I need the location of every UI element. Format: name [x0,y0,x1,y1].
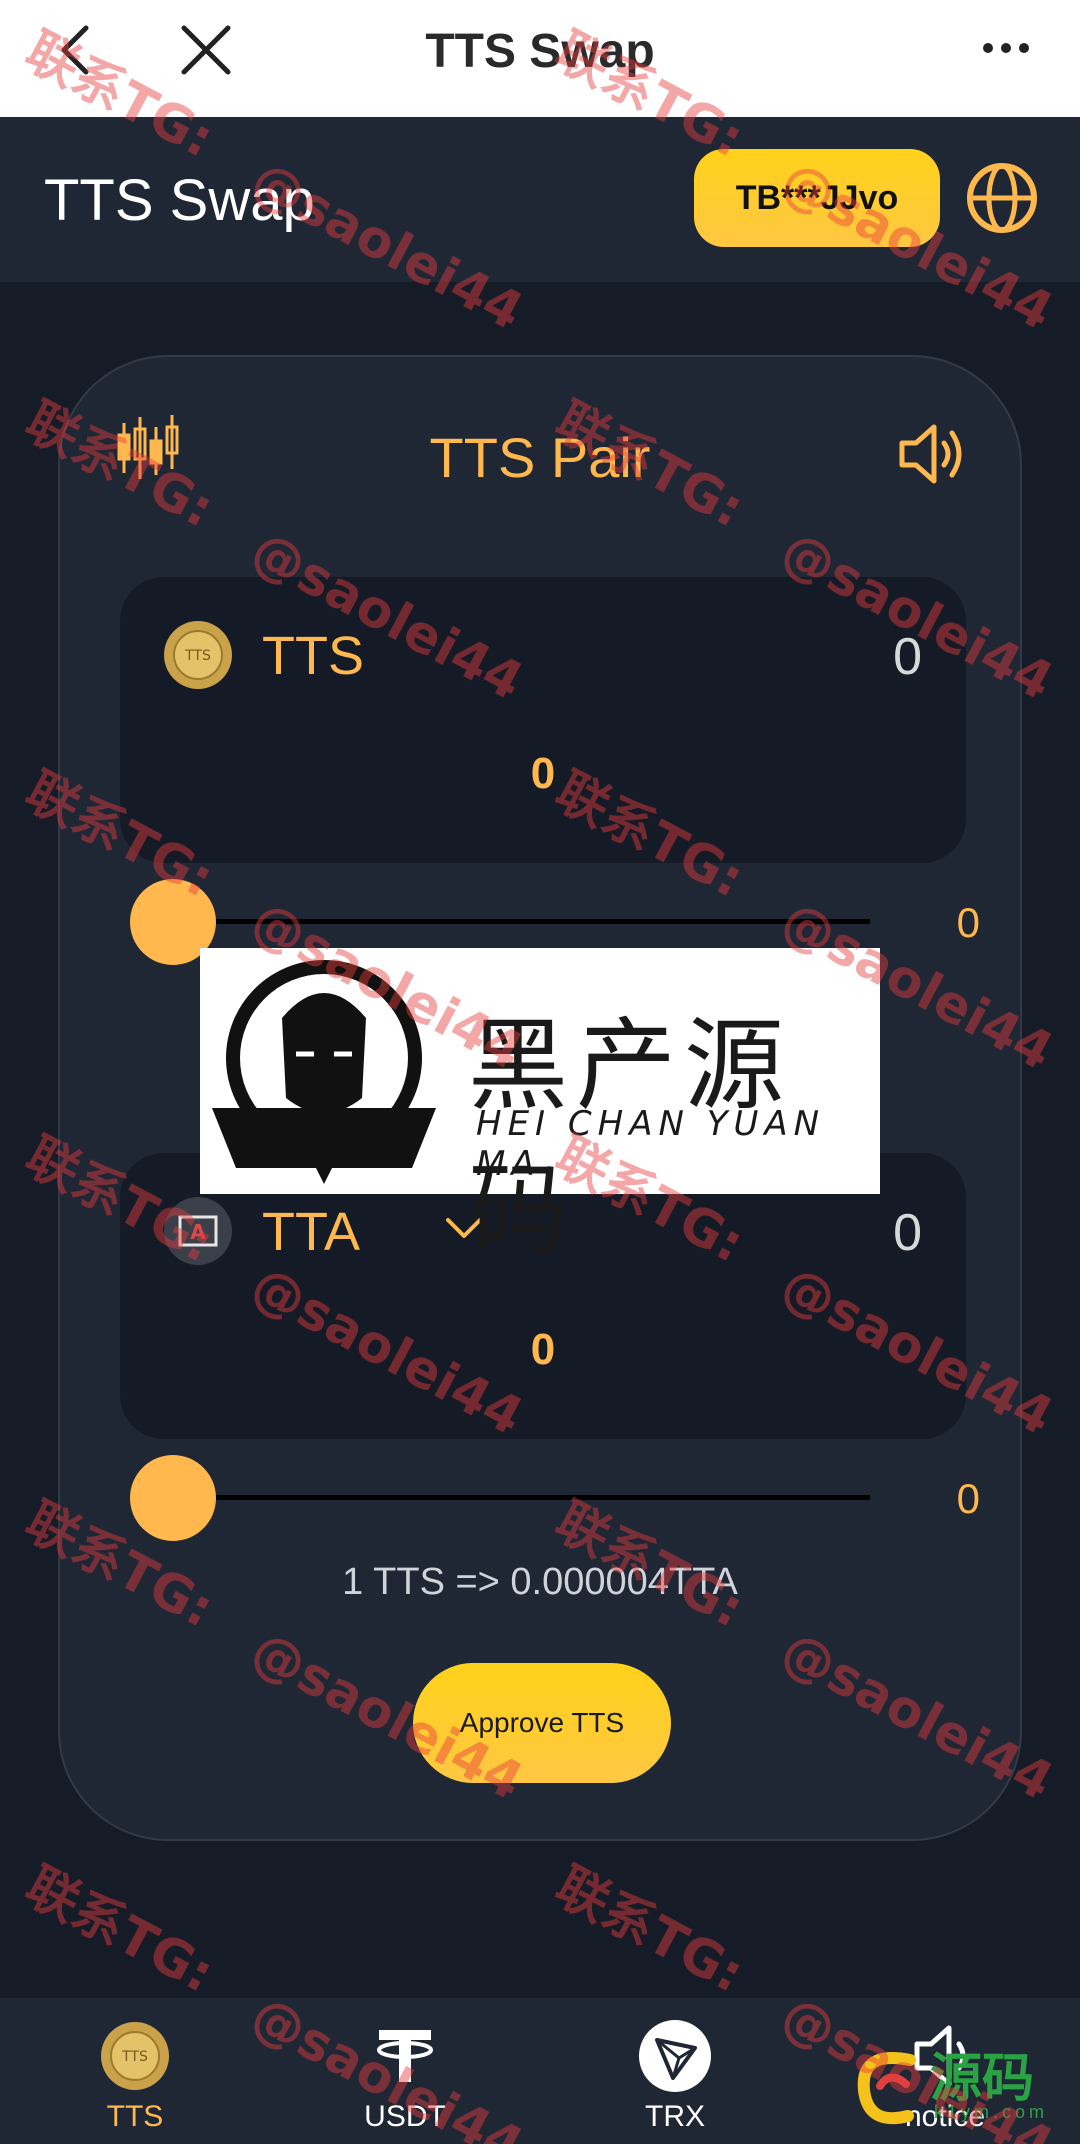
swirl-logo-icon [857,2052,916,2125]
from-token-name: TTS [262,626,364,686]
to-slider-value: 0 [956,1475,980,1522]
tab-usdt[interactable]: USDT [305,1998,505,2144]
exchange-rate: 1 TTS => 0.000004TTA [342,1561,738,1603]
speaker-icon[interactable] [896,421,966,487]
trx-icon [639,2020,711,2092]
corner-site-logo: 源码 k1ym.com [850,2030,1060,2140]
slider-thumb[interactable] [130,1455,216,1541]
to-amount-slider[interactable]: 0 [130,1455,980,1541]
from-slider-value: 0 [956,899,980,946]
svg-text:TTS: TTS [184,648,211,664]
approve-button[interactable]: Approve TTS [413,1663,671,1783]
corner-logo-subtext: k1ym.com [934,2102,1049,2122]
watermark-text: 联系TG: [545,1856,754,2005]
slider-track[interactable] [170,1495,870,1500]
svg-text:A: A [190,1220,206,1244]
tts-coin-icon: TTS [101,2022,169,2090]
from-token-amount[interactable]: 0 [120,749,966,799]
pair-title: TTS Pair [429,426,651,489]
corner-logo-text: 源码 [930,2049,1035,2109]
tab-label: USDT [364,2100,446,2133]
banner-subtitle: HEI CHAN YUAN MA [476,1104,826,1184]
webview-nav-bar: TTS Swap [0,0,1080,117]
from-token-box[interactable]: TTS TTS 0 0 [120,577,966,863]
tta-token-icon: A [164,1197,232,1265]
from-token-balance: 0 [893,628,922,686]
watermark-text: 联系TG: [15,1856,224,2005]
to-token-name: TTA [262,1202,360,1262]
tab-label: TTS [106,2100,164,2133]
webview-title: TTS Swap [425,25,655,78]
tab-tts[interactable]: TTS TTS [35,1998,235,2144]
app-header: TTS Swap TB***JJvo [0,117,1080,282]
app-title: TTS Swap [44,168,315,233]
warrior-emblem-icon [212,960,436,1184]
tab-label: TRX [645,2100,705,2133]
slider-track[interactable] [170,919,870,924]
tts-coin-icon: TTS [164,621,232,689]
usdt-icon [377,2030,433,2082]
tab-trx[interactable]: TRX [575,1998,775,2144]
overlay-banner: 黑产源码 HEI CHAN YUAN MA [200,948,880,1269]
more-options-icon[interactable] [976,28,1036,68]
svg-text:TTS: TTS [121,2049,148,2065]
to-token-amount[interactable]: 0 [120,1325,966,1375]
language-globe-icon[interactable] [965,161,1039,235]
wallet-address-button[interactable]: TB***JJvo [694,149,940,247]
to-token-balance: 0 [893,1204,922,1262]
